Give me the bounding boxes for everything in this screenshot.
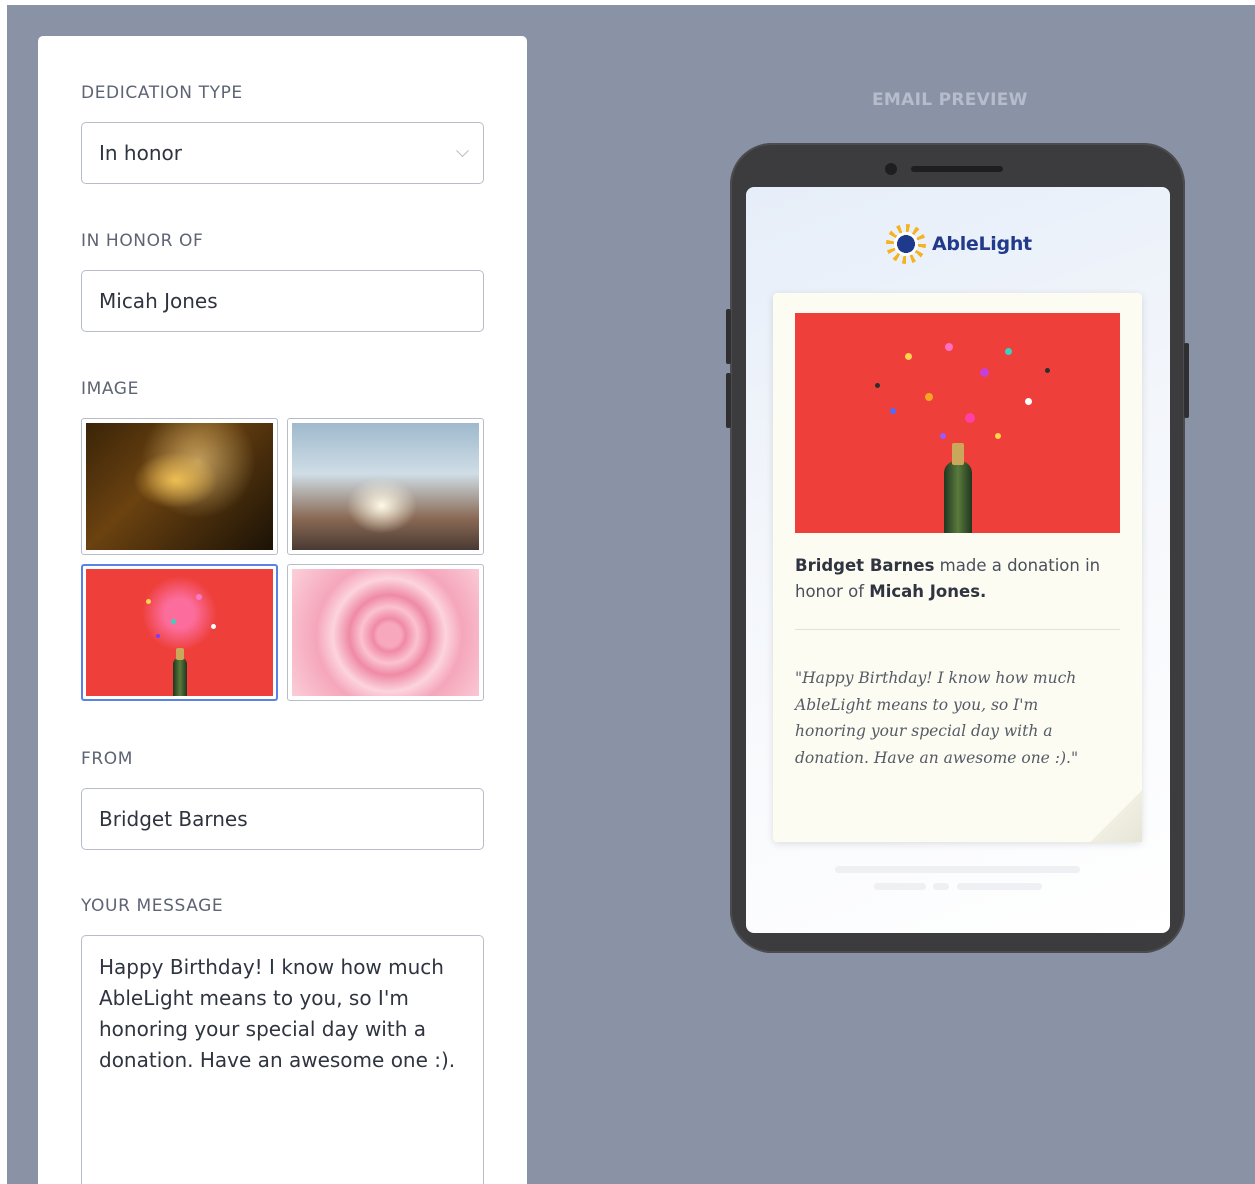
champagne-confetti-image: [86, 569, 273, 696]
thumbs-up-image: [292, 423, 479, 550]
footer-placeholder: [835, 866, 1080, 873]
phone-side-button: [726, 309, 731, 364]
image-option-candles[interactable]: [81, 418, 278, 555]
email-preview-title: EMAIL PREVIEW: [872, 90, 1028, 110]
divider: [795, 629, 1120, 630]
candles-image: [86, 423, 273, 550]
image-option-rose[interactable]: [287, 564, 484, 701]
donor-name: Bridget Barnes: [795, 556, 935, 575]
pink-rose-image: [292, 569, 479, 696]
chevron-down-icon: [456, 144, 469, 158]
in-honor-of-input[interactable]: Micah Jones: [81, 270, 484, 332]
in-honor-of-value: Micah Jones: [99, 289, 218, 313]
phone-side-button: [726, 373, 731, 428]
ablelight-logo: AbleLight: [886, 224, 1032, 264]
donation-summary: Bridget Barnes made a donation in honor …: [795, 553, 1105, 605]
email-card: Bridget Barnes made a donation in honor …: [773, 293, 1142, 842]
image-option-champagne[interactable]: [81, 564, 278, 701]
message-quote: "Happy Birthday! I know how much AbleLig…: [795, 669, 1079, 767]
image-label: IMAGE: [81, 379, 139, 399]
footer-placeholder: [933, 883, 949, 890]
footer-placeholder: [957, 883, 1042, 890]
page-curl: [1090, 790, 1142, 842]
from-label: FROM: [81, 749, 134, 769]
brand-name: AbleLight: [932, 233, 1032, 255]
ablelight-logo-icon: [886, 224, 926, 264]
message-textarea[interactable]: Happy Birthday! I know how much AbleLigh…: [81, 935, 484, 1184]
phone-side-button: [1184, 343, 1189, 418]
dedication-form: DEDICATION TYPE In honor IN HONOR OF Mic…: [38, 36, 527, 1184]
from-input[interactable]: Bridget Barnes: [81, 788, 484, 850]
email-card-image: [795, 313, 1120, 533]
dedication-type-select[interactable]: In honor: [81, 122, 484, 184]
phone-mockup: AbleLight Bridget Barnes made a donation…: [726, 143, 1189, 953]
honoree-name: Micah Jones.: [869, 582, 987, 601]
in-honor-of-label: IN HONOR OF: [81, 231, 204, 251]
image-option-thumbs-up[interactable]: [287, 418, 484, 555]
dedication-type-value: In honor: [99, 141, 182, 165]
message-value: Happy Birthday! I know how much AbleLigh…: [99, 955, 456, 1072]
your-message-label: YOUR MESSAGE: [81, 896, 224, 916]
from-value: Bridget Barnes: [99, 807, 248, 831]
dedication-type-label: DEDICATION TYPE: [81, 83, 243, 103]
footer-placeholder: [874, 883, 926, 890]
email-screen: AbleLight Bridget Barnes made a donation…: [746, 187, 1170, 933]
camera-icon: [885, 163, 897, 175]
speaker-grille: [911, 166, 1003, 172]
